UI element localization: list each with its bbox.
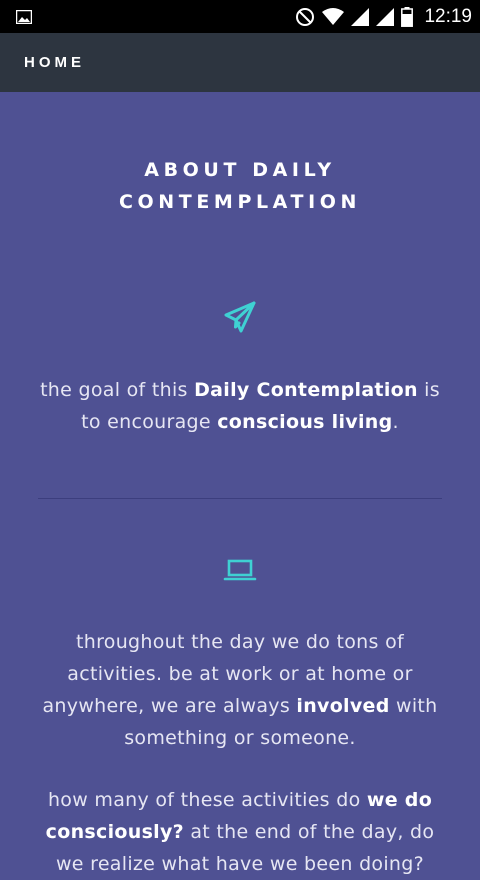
page-title: ABOUT DAILY CONTEMPLATION	[38, 154, 442, 218]
goal-bold-2: conscious living	[217, 411, 393, 433]
gallery-icon	[16, 9, 32, 24]
signal-icon	[351, 7, 370, 26]
goal-text-3: .	[392, 411, 399, 433]
status-time: 12:19	[424, 5, 472, 27]
battery-icon	[401, 6, 414, 27]
consciously-paragraph: how many of these activities do we do co…	[38, 784, 442, 880]
consciously-text-1: how many of these activities do	[47, 789, 367, 811]
page-title-line-2: CONTEMPLATION	[119, 191, 361, 213]
nav-home-link[interactable]: HOME	[24, 54, 85, 71]
goal-bold-1: Daily Contemplation	[194, 379, 418, 401]
activities-paragraph: throughout the day we do tons of activit…	[38, 626, 442, 754]
section-divider	[38, 498, 442, 499]
top-nav-bar: HOME	[0, 33, 480, 92]
status-bar: 12:19	[0, 0, 480, 33]
page-title-line-1: ABOUT DAILY	[144, 159, 336, 181]
activities-bold-1: involved	[296, 695, 390, 717]
main-content: ABOUT DAILY CONTEMPLATION the goal of th…	[0, 154, 480, 880]
paper-plane-icon	[38, 300, 442, 334]
laptop-icon	[38, 559, 442, 581]
signal-icon-2	[376, 7, 395, 26]
goal-paragraph: the goal of this Daily Contemplation is …	[38, 374, 442, 438]
do-not-disturb-icon	[295, 7, 315, 27]
goal-text-1: the goal of this	[40, 379, 195, 401]
wifi-icon	[322, 7, 345, 26]
